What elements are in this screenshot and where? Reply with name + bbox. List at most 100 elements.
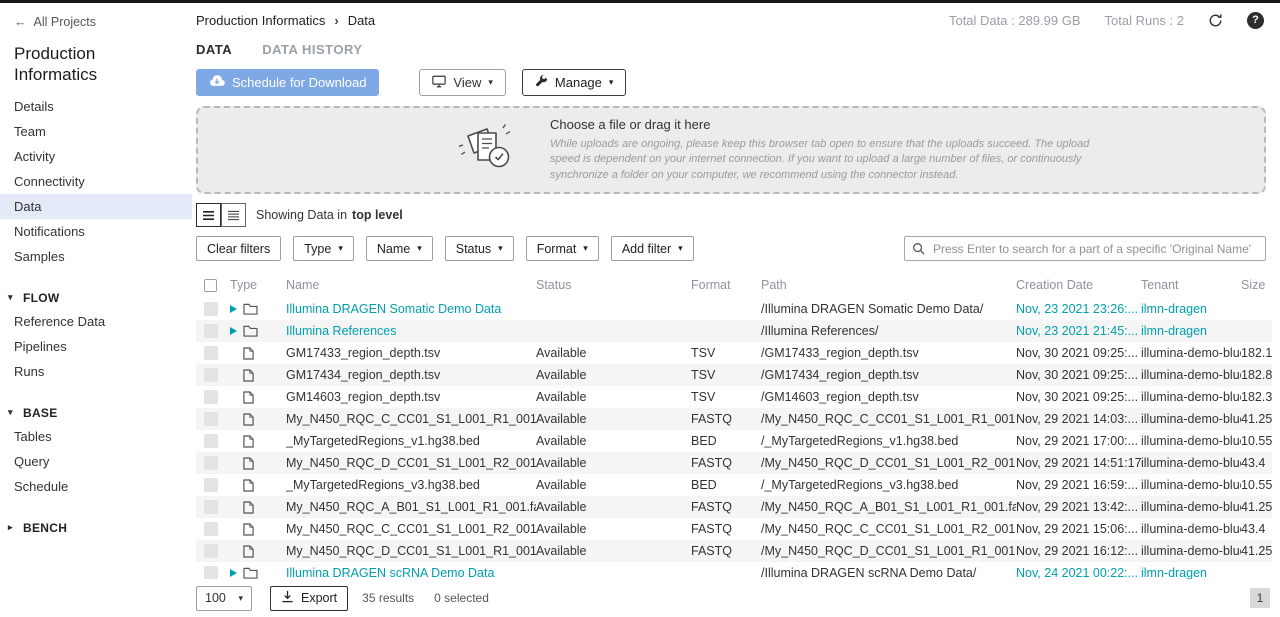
item-name[interactable]: Illumina DRAGEN Somatic Demo Data [286,302,536,316]
row-checkbox[interactable] [196,346,230,360]
item-path: /GM17433_region_depth.tsv [761,346,1016,360]
column-header-path[interactable]: Path [761,278,1016,292]
help-icon[interactable]: ? [1247,12,1264,29]
list-view-toggle[interactable] [196,203,221,227]
row-checkbox[interactable] [196,434,230,448]
row-checkbox[interactable] [196,500,230,514]
search-input[interactable] [904,236,1266,261]
item-path: /Illumina References/ [761,324,1016,338]
table-row[interactable]: My_N450_RQC_D_CC01_S1_L001_R1_001.fastq.… [196,540,1272,562]
sidebar-item-notifications[interactable]: Notifications [0,219,192,244]
filter-format-dropdown[interactable]: Format▾ [526,236,599,261]
table-row[interactable]: My_N450_RQC_A_B01_S1_L001_R1_001.fastq.g… [196,496,1272,518]
column-header-name[interactable]: Name [286,278,536,292]
column-header-creation-date[interactable]: Creation Date [1016,278,1141,292]
table-row[interactable]: GM17434_region_depth.tsvAvailableTSV/GM1… [196,364,1272,386]
sidebar-item-details[interactable]: Details [0,94,192,119]
item-name[interactable]: Illumina References [286,324,536,338]
column-header-type[interactable]: Type [230,278,286,292]
row-checkbox[interactable] [196,302,230,316]
back-to-all-projects-link[interactable]: ← All Projects [0,13,192,31]
type-cell [230,457,286,470]
item-name[interactable]: GM17433_region_depth.tsv [286,346,536,360]
add-filter-dropdown[interactable]: Add filter ▾ [611,236,694,261]
item-name[interactable]: GM14603_region_depth.tsv [286,390,536,404]
sidebar-section-label: BENCH [23,521,67,535]
table-row[interactable]: GM17433_region_depth.tsvAvailableTSV/GM1… [196,342,1272,364]
row-checkbox[interactable] [196,412,230,426]
table-row[interactable]: GM14603_region_depth.tsvAvailableTSV/GM1… [196,386,1272,408]
manage-dropdown-button[interactable]: Manage ▾ [522,69,627,96]
filter-type-dropdown[interactable]: Type▾ [293,236,354,261]
sidebar-item-team[interactable]: Team [0,119,192,144]
row-checkbox[interactable] [196,368,230,382]
item-name[interactable]: _MyTargetedRegions_v3.hg38.bed [286,478,536,492]
row-checkbox[interactable] [196,566,230,580]
table-row[interactable]: My_N450_RQC_C_CC01_S1_L001_R2_001.fastq.… [196,518,1272,540]
sidebar-section-header-bench[interactable]: ▸BENCH [0,517,192,539]
current-location-label: top level [352,208,403,222]
row-checkbox[interactable] [196,456,230,470]
sidebar-item-samples[interactable]: Samples [0,244,192,269]
tab-data[interactable]: DATA [196,42,232,57]
table-row[interactable]: My_N450_RQC_D_CC01_S1_L001_R2_001.fastq.… [196,452,1272,474]
table-row[interactable]: Illumina References/Illumina References/… [196,320,1272,342]
filter-status-dropdown[interactable]: Status▾ [445,236,514,261]
clear-filters-button[interactable]: Clear filters [196,236,281,261]
column-header-status[interactable]: Status [536,278,691,292]
column-header-format[interactable]: Format [691,278,761,292]
item-name[interactable]: My_N450_RQC_C_CC01_S1_L001_R1_001.fastq.… [286,412,536,426]
column-header-size[interactable]: Size [1241,278,1272,292]
view-dropdown-button[interactable]: View ▾ [419,69,505,96]
row-checkbox[interactable] [196,324,230,338]
table-row[interactable]: _MyTargetedRegions_v3.hg38.bedAvailableB… [196,474,1272,496]
row-checkbox[interactable] [196,390,230,404]
page-size-select[interactable]: 100 ▾ [196,586,252,611]
breadcrumb-project[interactable]: Production Informatics [196,13,325,28]
detail-view-toggle[interactable] [221,203,246,227]
sidebar-item-runs[interactable]: Runs [0,359,192,384]
sidebar-item-connectivity[interactable]: Connectivity [0,169,192,194]
pagination-page-1[interactable]: 1 [1250,588,1270,608]
item-name[interactable]: _MyTargetedRegions_v1.hg38.bed [286,434,536,448]
item-name[interactable]: My_N450_RQC_D_CC01_S1_L001_R2_001.fastq.… [286,456,536,470]
table-row[interactable]: My_N450_RQC_C_CC01_S1_L001_R1_001.fastq.… [196,408,1272,430]
type-cell [230,501,286,514]
expand-arrow-icon[interactable] [230,327,237,335]
row-checkbox[interactable] [196,478,230,492]
expand-arrow-icon[interactable] [230,569,237,577]
table-row[interactable]: _MyTargetedRegions_v1.hg38.bedAvailableB… [196,430,1272,452]
item-tenant: illumina-demo-blue [1141,478,1241,492]
row-checkbox[interactable] [196,522,230,536]
column-header-tenant[interactable]: Tenant [1141,278,1241,292]
sidebar-item-activity[interactable]: Activity [0,144,192,169]
sidebar-item-data[interactable]: Data [0,194,192,219]
sidebar-item-tables[interactable]: Tables [0,424,192,449]
expand-arrow-icon[interactable] [230,305,237,313]
manage-button-label: Manage [555,75,602,90]
refresh-icon[interactable] [1208,13,1223,28]
item-tenant: illumina-demo-blue [1141,456,1241,470]
tab-data-history[interactable]: DATA HISTORY [262,42,362,57]
item-name[interactable]: GM17434_region_depth.tsv [286,368,536,382]
export-button[interactable]: Export [270,586,348,611]
sidebar-item-reference-data[interactable]: Reference Data [0,309,192,334]
sidebar-item-schedule[interactable]: Schedule [0,474,192,499]
item-name[interactable]: My_N450_RQC_D_CC01_S1_L001_R1_001.fastq.… [286,544,536,558]
upload-dropzone[interactable]: Choose a file or drag it here While uplo… [196,106,1266,194]
sidebar-item-pipelines[interactable]: Pipelines [0,334,192,359]
type-cell [230,303,286,315]
select-all-checkbox[interactable] [204,279,217,292]
row-checkbox[interactable] [196,544,230,558]
sidebar-section-header-base[interactable]: ▾BASE [0,402,192,424]
item-size: 182.8 [1241,368,1272,382]
table-row[interactable]: Illumina DRAGEN Somatic Demo Data/Illumi… [196,298,1272,320]
item-name[interactable]: My_N450_RQC_A_B01_S1_L001_R1_001.fastq.g… [286,500,536,514]
schedule-for-download-button[interactable]: Schedule for Download [196,69,379,96]
item-name[interactable]: Illumina DRAGEN scRNA Demo Data [286,566,536,580]
sidebar-section-header-flow[interactable]: ▾FLOW [0,287,192,309]
context-bar: Showing Data in top level [196,203,1280,227]
item-name[interactable]: My_N450_RQC_C_CC01_S1_L001_R2_001.fastq.… [286,522,536,536]
filter-name-dropdown[interactable]: Name▾ [366,236,433,261]
sidebar-item-query[interactable]: Query [0,449,192,474]
